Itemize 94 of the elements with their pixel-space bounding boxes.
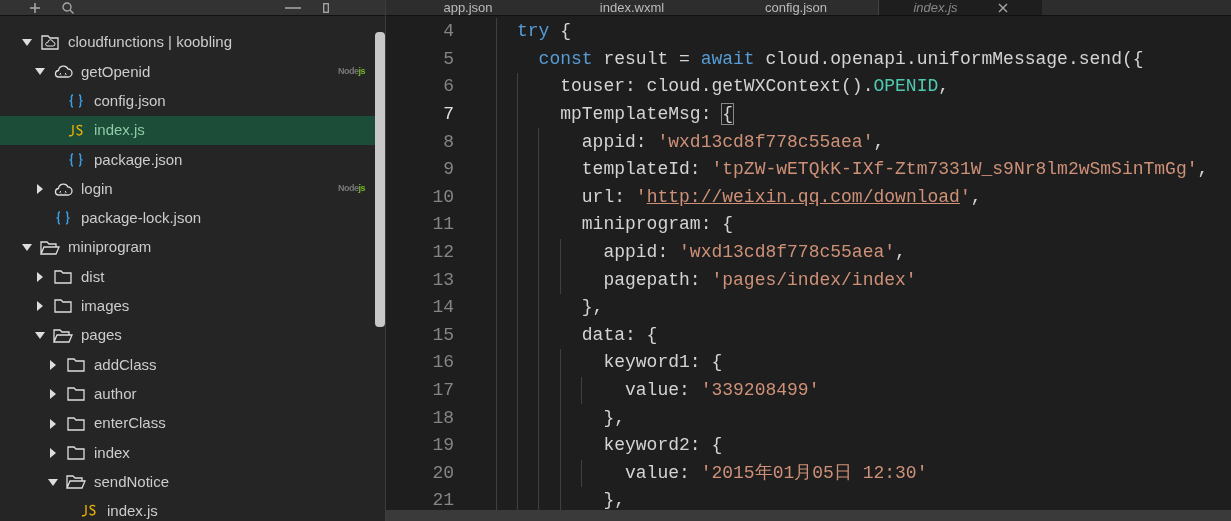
file-tab[interactable]: index.js: [878, 0, 1042, 15]
line-number: 21: [431, 489, 454, 510]
line-number: 7: [442, 103, 454, 127]
folder-icon: [67, 445, 85, 460]
line-number: 6: [442, 75, 454, 99]
tree-item[interactable]: pages: [0, 320, 375, 351]
scrollbar-thumb[interactable]: [375, 32, 385, 327]
expanded-arrow-icon[interactable]: [48, 478, 58, 486]
tree-item[interactable]: author: [0, 379, 375, 409]
line-number: 9: [442, 158, 454, 182]
line-number: 12: [431, 241, 454, 265]
line-number: 4: [442, 20, 454, 44]
code-line: pagepath: 'pages/index/index': [602, 268, 917, 292]
expanded-arrow-icon[interactable]: [35, 68, 45, 76]
tree-item[interactable]: dist: [0, 262, 375, 292]
js-file-icon: [68, 123, 84, 138]
collapsed-arrow-icon[interactable]: [48, 418, 58, 429]
folder-icon: [54, 270, 72, 284]
open-folder-icon: [40, 240, 60, 255]
tree-item[interactable]: index.js: [0, 115, 375, 146]
tree-item[interactable]: index.js: [0, 496, 375, 521]
line-number: 16: [431, 351, 454, 375]
expanded-arrow-icon[interactable]: [22, 244, 32, 252]
tree-item[interactable]: package.json: [0, 145, 375, 175]
collapsed-arrow-icon[interactable]: [48, 389, 58, 400]
line-number: 11: [431, 213, 454, 237]
tree-item[interactable]: sendNotice: [0, 467, 375, 497]
tree-item[interactable]: addClass: [0, 350, 375, 380]
collapsed-arrow-icon[interactable]: [48, 447, 58, 458]
tree-item[interactable]: getOpenid Nodejs: [0, 57, 375, 87]
nodejs-label: Nodejs: [338, 182, 365, 196]
json-file-icon: [68, 94, 84, 109]
code-line: value: '339208499': [624, 379, 820, 402]
code-line: value: '2015年01月05日 12:30': [624, 461, 928, 485]
collapsed-arrow-icon[interactable]: [35, 301, 45, 312]
file-tab[interactable]: index.wxml: [550, 0, 714, 15]
tree-item[interactable]: miniprogram: [0, 233, 375, 263]
code-line: data: {: [580, 323, 658, 347]
line-number: 5: [442, 47, 454, 71]
line-number: 20: [431, 461, 454, 485]
code-line: try {: [517, 20, 571, 44]
collapsed-arrow-icon[interactable]: [35, 272, 45, 282]
line-number: 13: [431, 268, 454, 292]
collapsed-arrow-icon[interactable]: [35, 184, 45, 195]
line-number: 18: [431, 406, 454, 430]
code-line: keyword1: {: [602, 351, 723, 375]
code-line: },: [580, 296, 604, 320]
add-icon[interactable]: [30, 2, 40, 13]
folder-icon: [67, 387, 85, 402]
tree-item[interactable]: images: [0, 291, 375, 321]
code-line: mpTemplateMsg: {: [559, 103, 734, 127]
open-folder-icon: [53, 328, 73, 343]
tree-item[interactable]: package-lock.json: [0, 203, 375, 234]
cloud-folder-icon: [41, 35, 59, 51]
code-line: },: [602, 406, 626, 430]
tree-item[interactable]: config.json: [0, 86, 375, 116]
file-tab[interactable]: config.json: [714, 0, 878, 15]
code-line: miniprogram: {: [580, 213, 734, 237]
collapse-icon[interactable]: [285, 5, 301, 10]
line-number: 8: [442, 130, 454, 154]
line-number: 19: [431, 434, 454, 458]
panel-icon[interactable]: [323, 2, 329, 13]
close-icon[interactable]: [997, 2, 1008, 13]
code-line: },: [602, 489, 626, 510]
tree-item[interactable]: login Nodejs: [0, 174, 375, 204]
cloud-icon: [53, 65, 73, 79]
code-line: url: 'http://weixin.qq.com/download',: [580, 185, 982, 209]
line-number: 17: [431, 379, 454, 402]
code-line: touser: cloud.getWXContext().OPENID,: [559, 75, 950, 99]
tree-item[interactable]: index: [0, 438, 375, 468]
expanded-arrow-icon[interactable]: [35, 332, 45, 340]
folder-icon: [54, 299, 72, 314]
code-line: templateId: 'tpZW-wETQkK-IXf-Ztm7331W_s9Nr8lm2wSmSinTmGg',: [580, 158, 1209, 182]
open-folder-icon: [66, 475, 86, 490]
nodejs-label: Nodejs: [338, 65, 365, 79]
file-tab[interactable]: app.json: [386, 0, 550, 15]
cloud-icon: [53, 182, 73, 196]
code-line: appid: 'wxd13cd8f778c55aea',: [602, 241, 906, 265]
folder-icon: [67, 416, 85, 431]
folder-icon: [67, 357, 85, 372]
line-number: 14: [431, 296, 454, 320]
js-file-icon: [81, 504, 97, 519]
expanded-arrow-icon[interactable]: [22, 39, 32, 47]
json-file-icon: [55, 211, 71, 226]
line-number: 10: [431, 185, 454, 209]
tree-item[interactable]: enterClass: [0, 408, 375, 439]
search-icon[interactable]: [62, 1, 74, 14]
tree-item[interactable]: cloudfunctions | koobling: [0, 28, 375, 58]
code-line: keyword2: {: [602, 434, 723, 458]
code-line: const result = await cloud.openapi.uniformMessage.send({: [537, 47, 1144, 71]
code-line: appid: 'wxd13cd8f778c55aea',: [580, 130, 885, 154]
line-number: 15: [431, 323, 454, 347]
json-file-icon: [68, 152, 84, 167]
collapsed-arrow-icon[interactable]: [48, 359, 58, 370]
